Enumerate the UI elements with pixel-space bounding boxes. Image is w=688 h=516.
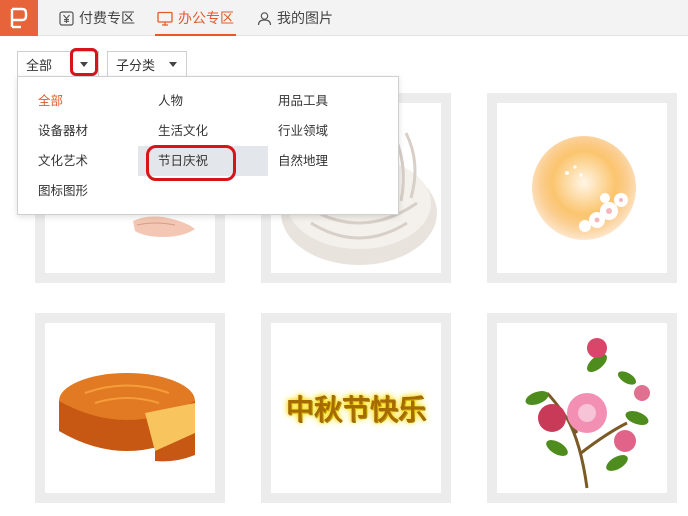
tab-label: 付费专区 xyxy=(79,11,135,27)
dropdown-item-life-culture[interactable]: 生活文化 xyxy=(138,116,258,146)
subcategory-select[interactable]: 子分类 xyxy=(107,51,187,77)
orange-flower-orb-image[interactable] xyxy=(497,103,667,273)
chevron-down-icon xyxy=(169,62,177,67)
tab-paid-zone[interactable]: 付费专区 xyxy=(58,0,135,36)
category-dropdown-button[interactable] xyxy=(74,54,94,74)
category-select-value: 全部 xyxy=(26,58,53,74)
dropdown-item-tools[interactable]: 用品工具 xyxy=(258,86,378,116)
picture-library-window: 付费专区 办公专区 我的图片 全部 子分类 中秋节快乐 全部 人物 用品工具 设… xyxy=(0,0,688,516)
image-card[interactable] xyxy=(487,313,677,503)
image-card[interactable] xyxy=(35,313,225,503)
category-dropdown-menu: 全部 人物 用品工具 设备器材 生活文化 行业领域 文化艺术 节日庆祝 自然地理… xyxy=(17,76,399,215)
tab-office-zone[interactable]: 办公专区 xyxy=(155,0,236,36)
chevron-down-icon xyxy=(80,61,88,67)
dropdown-item-equipment[interactable]: 设备器材 xyxy=(18,116,138,146)
user-icon xyxy=(256,10,272,26)
dropdown-item-all[interactable]: 全部 xyxy=(18,86,138,116)
app-logo xyxy=(0,0,38,36)
dropdown-item-industry[interactable]: 行业领域 xyxy=(258,116,378,146)
dropdown-item-nature-geography[interactable]: 自然地理 xyxy=(258,146,378,176)
image-card[interactable] xyxy=(487,93,677,283)
monitor-icon xyxy=(157,10,173,26)
p-logo-icon xyxy=(10,7,28,29)
mooncake-image[interactable] xyxy=(45,323,215,493)
mid-autumn-text-image[interactable]: 中秋节快乐 xyxy=(271,323,441,493)
yen-icon xyxy=(58,10,74,26)
tab-label: 办公专区 xyxy=(178,11,234,27)
dropdown-item-culture-art[interactable]: 文化艺术 xyxy=(18,146,138,176)
dropdown-item-festival[interactable]: 节日庆祝 xyxy=(138,146,268,176)
mid-autumn-greeting-text: 中秋节快乐 xyxy=(285,393,426,426)
tab-my-pictures[interactable]: 我的图片 xyxy=(256,0,333,36)
category-select[interactable]: 全部 xyxy=(17,51,99,77)
dropdown-item-people[interactable]: 人物 xyxy=(138,86,258,116)
peony-flowers-image[interactable] xyxy=(497,323,667,493)
subcategory-select-value: 子分类 xyxy=(116,58,156,74)
image-card[interactable]: 中秋节快乐 xyxy=(261,313,451,503)
dropdown-item-icons-shapes[interactable]: 图标图形 xyxy=(18,176,138,206)
tab-label: 我的图片 xyxy=(277,11,333,27)
tab-bar: 付费专区 办公专区 我的图片 xyxy=(0,0,688,36)
